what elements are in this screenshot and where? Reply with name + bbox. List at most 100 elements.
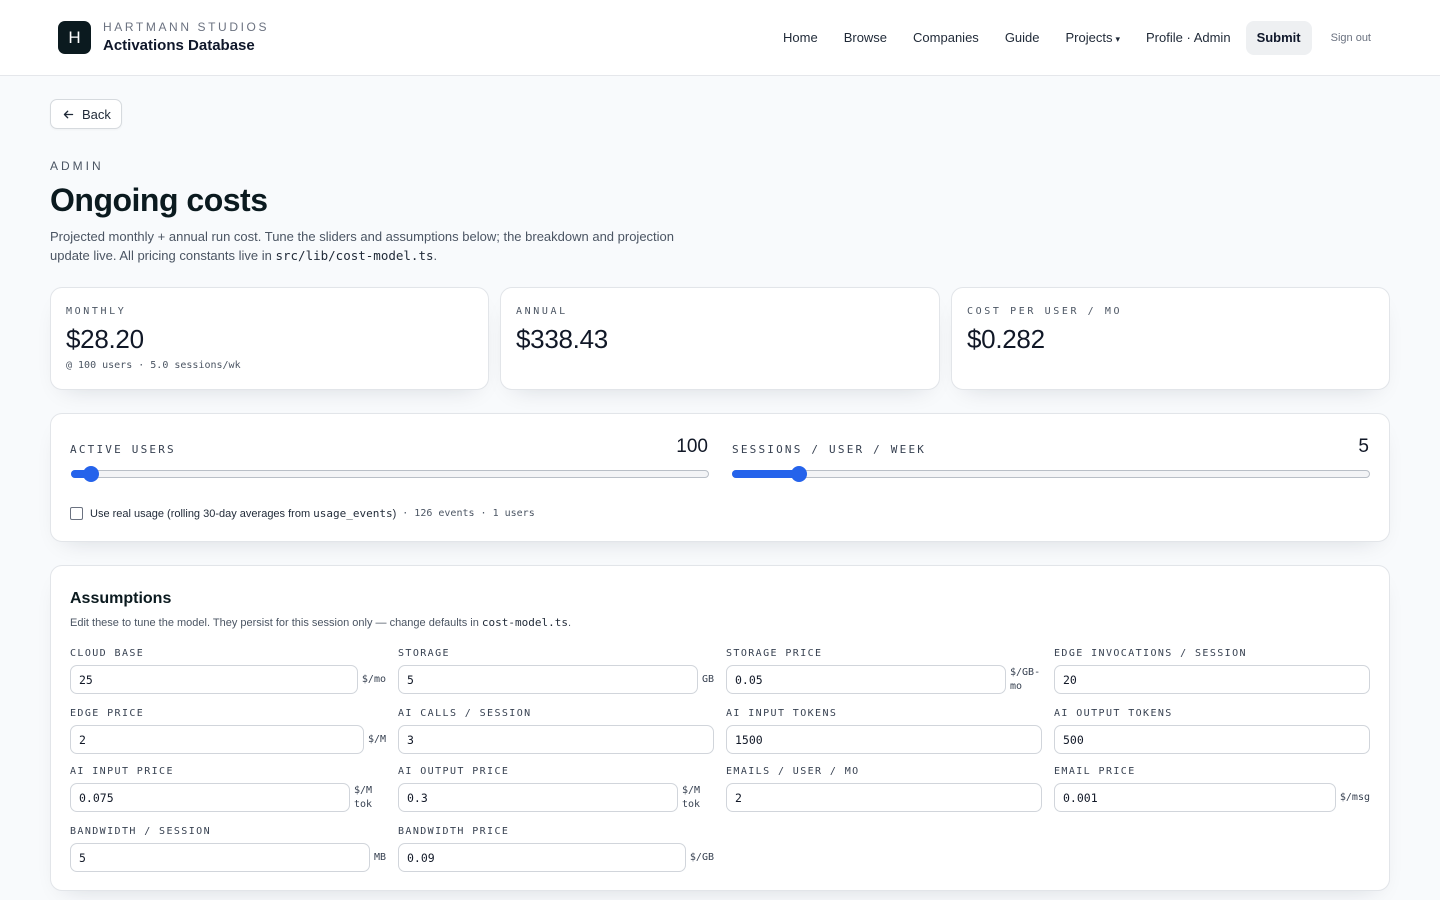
ai-input-tokens-field: AI INPUT TOKENS 1500 [726, 708, 1042, 754]
cloud-base-label: CLOUD BASE [70, 648, 145, 659]
ai-calls-session-label: AI CALLS / SESSION [398, 708, 532, 719]
storage-field: STORAGE 5 GB [398, 648, 714, 694]
ai-output-price-unit: $/M tok [682, 784, 701, 810]
edge-invocations-session-input-row: 20 [1054, 665, 1370, 694]
submit-button[interactable]: Submit [1245, 21, 1312, 55]
real-usage-option: Use real usage (rolling 30-day averages … [70, 507, 535, 520]
email-price-unit: $/msg [1339, 791, 1370, 803]
ai-output-tokens-input-row: 500 [1054, 725, 1370, 754]
sign-out-link[interactable]: Sign out [1318, 21, 1384, 55]
storage-input[interactable]: 5 [398, 665, 698, 694]
active-users-slider-thumb[interactable] [82, 466, 99, 482]
nav-guide-link[interactable]: Guide [992, 21, 1053, 55]
page-description: Projected monthly + annual run cost. Tun… [50, 227, 690, 265]
nav-browse-link[interactable]: Browse [831, 21, 900, 55]
storage-price-label: STORAGE PRICE [726, 648, 823, 659]
cloud-base-input-row: 25 $/mo [70, 665, 386, 694]
nav-projects-label: Projects [1065, 29, 1113, 45]
page-title: Ongoing costs [50, 182, 268, 218]
cost-per-user-label: COST PER USER / MO [967, 306, 1123, 317]
storage-label: STORAGE [398, 648, 450, 659]
ai-output-price-label: AI OUTPUT PRICE [398, 766, 510, 777]
back-button-label: Back [82, 106, 111, 122]
storage-price-field: STORAGE PRICE 0.05 $/GB-mo [726, 648, 1042, 694]
bandwidth-session-input-row: 5 MB [70, 843, 386, 872]
bandwidth-session-input[interactable]: 5 [70, 843, 370, 872]
annual-cost-card: ANNUAL $338.43 [500, 287, 940, 390]
arrow-left-icon [63, 110, 74, 118]
monthly-label: MONTHLY [66, 306, 127, 317]
emails-user-mo-input[interactable]: 2 [726, 783, 1042, 812]
monthly-subtext: @ 100 users · 5.0 sessions/wk [66, 360, 241, 371]
assumptions-description: Edit these to tune the model. They persi… [70, 616, 571, 629]
logo-icon[interactable]: H [58, 21, 91, 54]
ai-calls-session-field: AI CALLS / SESSION 3 [398, 708, 714, 754]
emails-user-mo-label: EMAILS / USER / MO [726, 766, 860, 777]
back-button[interactable]: Back [50, 99, 122, 129]
edge-invocations-session-field: EDGE INVOCATIONS / SESSION 20 [1054, 648, 1370, 694]
active-users-label: ACTIVE USERS [70, 443, 176, 456]
real-usage-table-name: usage_events [313, 507, 393, 520]
bandwidth-price-label: BANDWIDTH PRICE [398, 826, 510, 837]
storage-unit: GB [701, 673, 714, 685]
main-nav: Home Browse Companies Guide Projects ▾ Pr… [770, 21, 1384, 55]
ai-input-price-field: AI INPUT PRICE 0.075 $/M tok [70, 766, 386, 812]
cost-per-user-card: COST PER USER / MO $0.282 [951, 287, 1390, 390]
edge-price-input[interactable]: 2 [70, 725, 364, 754]
ai-output-price-input[interactable]: 0.3 [398, 783, 678, 812]
nav-profile-link[interactable]: Profile · Admin [1133, 21, 1244, 55]
slider-card: ACTIVE USERS 100 SESSIONS / USER / WEEK … [50, 413, 1390, 542]
email-price-field: EMAIL PRICE 0.001 $/msg [1054, 766, 1370, 812]
ai-input-price-input[interactable]: 0.075 [70, 783, 350, 812]
cloud-base-field: CLOUD BASE 25 $/mo [70, 648, 386, 694]
storage-price-input-row: 0.05 $/GB-mo [726, 665, 1042, 694]
real-usage-label[interactable]: Use real usage (rolling 30-day averages … [90, 508, 310, 520]
bandwidth-session-unit: MB [373, 851, 386, 863]
edge-price-input-row: 2 $/M [70, 725, 386, 754]
ai-input-price-input-row: 0.075 $/M tok [70, 783, 386, 812]
email-price-input[interactable]: 0.001 [1054, 783, 1336, 812]
sessions-label: SESSIONS / USER / WEEK [732, 443, 927, 456]
ai-output-tokens-input[interactable]: 500 [1054, 725, 1370, 754]
ai-output-tokens-field: AI OUTPUT TOKENS 500 [1054, 708, 1370, 754]
annual-label: ANNUAL [516, 306, 568, 317]
edge-invocations-session-input[interactable]: 20 [1054, 665, 1370, 694]
edge-price-label: EDGE PRICE [70, 708, 145, 719]
sessions-slider[interactable] [732, 466, 1370, 482]
bandwidth-price-input-row: 0.09 $/GB [398, 843, 714, 872]
real-usage-checkbox[interactable] [70, 507, 83, 520]
edge-price-unit: $/M [367, 733, 386, 745]
assumptions-description-code: cost-model.ts [481, 616, 569, 629]
brand-title[interactable]: Activations Database [103, 37, 255, 54]
sessions-slider-thumb[interactable] [790, 466, 807, 482]
assumptions-description-text: Edit these to tune the model. They persi… [70, 617, 482, 629]
storage-price-input[interactable]: 0.05 [726, 665, 1006, 694]
monthly-value: $28.20 [66, 324, 144, 354]
chevron-down-icon: ▾ [1115, 33, 1121, 44]
ai-output-price-field: AI OUTPUT PRICE 0.3 $/M tok [398, 766, 714, 812]
nav-companies-link[interactable]: Companies [900, 21, 992, 55]
ai-calls-session-input[interactable]: 3 [398, 725, 714, 754]
ai-output-price-input-row: 0.3 $/M tok [398, 783, 714, 812]
real-usage-label-end: ) [392, 507, 397, 520]
page-eyebrow: ADMIN [50, 159, 104, 173]
cloud-base-input[interactable]: 25 [70, 665, 358, 694]
assumptions-description-end: . [568, 617, 572, 629]
nav-projects-dropdown[interactable]: Projects ▾ [1053, 21, 1134, 56]
ai-input-price-unit: $/M tok [354, 784, 373, 810]
nav-home-link[interactable]: Home [770, 21, 831, 55]
email-price-label: EMAIL PRICE [1054, 766, 1136, 777]
page-description-code: src/lib/cost-model.ts [275, 248, 434, 263]
storage-price-unit: $/GB-mo [1010, 666, 1041, 692]
ai-calls-session-input-row: 3 [398, 725, 714, 754]
bandwidth-price-input[interactable]: 0.09 [398, 843, 686, 872]
email-price-input-row: 0.001 $/msg [1054, 783, 1370, 812]
page-description-end: . [433, 248, 438, 263]
edge-price-field: EDGE PRICE 2 $/M [70, 708, 386, 754]
active-users-slider[interactable] [71, 466, 709, 482]
ai-input-tokens-input[interactable]: 1500 [726, 725, 1042, 754]
emails-user-mo-input-row: 2 [726, 783, 1042, 812]
edge-invocations-session-label: EDGE INVOCATIONS / SESSION [1054, 648, 1247, 659]
ai-input-price-label: AI INPUT PRICE [70, 766, 174, 777]
assumptions-title: Assumptions [70, 590, 172, 607]
